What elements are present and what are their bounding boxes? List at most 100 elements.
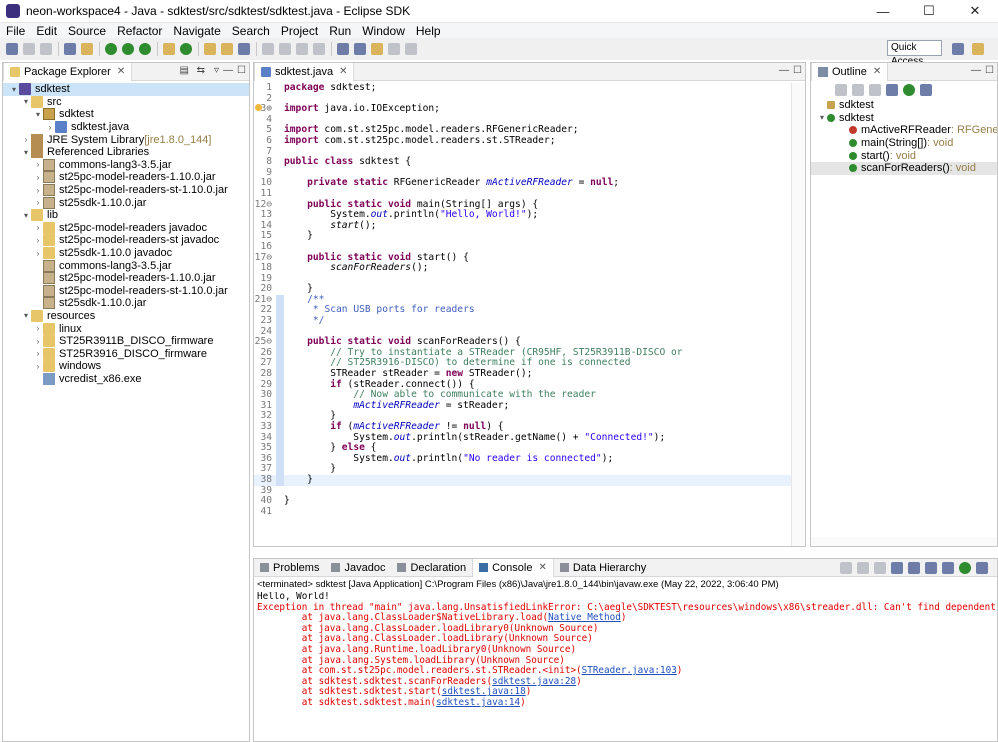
expand-toggle-icon[interactable]: › [33,249,43,258]
menu-run[interactable]: Run [329,24,351,38]
code-line[interactable]: 10 private static RFGenericReader mActiv… [254,178,791,189]
hide-local-types-icon[interactable] [903,84,915,96]
tree-item[interactable]: › commons-lang3-3.5.jar [3,158,249,172]
expand-toggle-icon[interactable]: › [33,186,43,195]
outline-hscrollbar[interactable] [811,537,997,546]
code-area[interactable]: 1 package sdktest; 2 3⊕ import java.io.IOExc… [254,83,791,546]
code-line[interactable]: 18 scanForReaders(); [254,262,791,274]
close-icon[interactable]: ✕ [873,66,881,77]
outline-item[interactable]: main(String[]) : void [811,137,997,150]
terminate-icon[interactable] [840,562,852,574]
menu-help[interactable]: Help [416,24,441,38]
expand-toggle-icon[interactable]: › [33,324,43,333]
prev-annotation-icon[interactable] [354,43,366,55]
toggle-mark-icon[interactable] [279,43,291,55]
expand-toggle-icon[interactable]: › [45,123,55,132]
tree-item[interactable]: ▾ lib [3,209,249,222]
outline-item[interactable]: mActiveRFReader : RFGenericReader [811,124,997,137]
maximize-icon[interactable]: ☐ [793,65,802,76]
open-task-icon[interactable] [221,43,233,55]
tree-item[interactable]: ▾ sdktest [3,108,249,121]
tree-item[interactable]: › st25sdk-1.10.0.jar [3,196,249,209]
view-menu-icon[interactable]: ▿ [214,65,219,76]
sort-icon[interactable] [835,84,847,96]
expand-toggle-icon[interactable]: ▾ [21,211,31,220]
tab-problems[interactable]: Problems [254,559,325,577]
outline-item[interactable]: ▾ sdktest [811,112,997,125]
tree-item[interactable]: › st25pc-model-readers-st javadoc [3,234,249,247]
minimize-icon[interactable]: — [223,65,233,76]
toggle-block-icon[interactable] [296,43,308,55]
external-tools-icon[interactable] [139,43,151,55]
menu-navigate[interactable]: Navigate [173,24,220,38]
code-line[interactable]: 3⊕ import java.io.IOException; [254,103,791,115]
tree-item[interactable]: ▾ src [3,95,249,109]
close-icon[interactable]: ✕ [117,66,125,77]
menu-refactor[interactable]: Refactor [117,24,162,38]
code-line[interactable]: 19 [254,273,791,285]
expand-toggle-icon[interactable]: ▾ [817,113,827,122]
expand-toggle-icon[interactable]: › [33,337,43,346]
menu-window[interactable]: Window [362,24,405,38]
clear-console-icon[interactable] [891,562,903,574]
back-icon[interactable] [388,43,400,55]
code-line[interactable]: 6 import com.st.st25pc.model.readers.st.S… [254,135,791,147]
debug-icon[interactable] [81,43,93,55]
close-icon[interactable]: ✕ [339,66,347,77]
new-icon[interactable] [6,43,18,55]
expand-toggle-icon[interactable]: ▾ [9,85,19,94]
maximize-icon[interactable]: ☐ [237,65,246,76]
expand-toggle-icon[interactable]: › [33,173,43,182]
scroll-lock-icon[interactable] [908,562,920,574]
run-last-icon[interactable] [122,43,134,55]
tab-data-hierarchy[interactable]: Data Hierarchy [554,559,652,577]
menu-edit[interactable]: Edit [36,24,57,38]
remove-launch-icon[interactable] [857,562,869,574]
tree-item[interactable]: › ST25R3916_DISCO_firmware [3,347,249,360]
toggle-ant-icon[interactable] [262,43,274,55]
hide-fields-icon[interactable] [852,84,864,96]
minimize-icon[interactable]: — [779,65,789,76]
tab-sdktest-java[interactable]: sdktest.java ✕ [254,62,355,81]
tab-outline[interactable]: Outline ✕ [811,62,889,81]
code-line[interactable]: 1 package sdktest; [254,83,791,94]
menu-project[interactable]: Project [281,24,318,38]
tree-item[interactable]: ▾ resources [3,309,249,323]
save-all-icon[interactable] [40,43,52,55]
maximize-icon[interactable]: ☐ [985,65,994,76]
new-package-icon[interactable] [163,43,175,55]
outline-item[interactable]: sdktest [811,99,997,112]
new-class-icon[interactable] [180,43,192,55]
minimize-icon[interactable]: — [971,65,981,76]
code-line[interactable]: 33 if (mActiveRFReader != null) { [254,421,791,433]
open-type-icon[interactable] [204,43,216,55]
menu-source[interactable]: Source [68,24,106,38]
tab-declaration[interactable]: Declaration [391,559,472,577]
tree-item[interactable]: › JRE System Library [jre1.8.0_144] [3,133,249,146]
display-selected-icon[interactable] [959,562,971,574]
expand-toggle-icon[interactable]: ▾ [21,148,31,157]
expand-toggle-icon[interactable]: ▾ [33,110,43,119]
tree-item[interactable]: › ST25R3911B_DISCO_firmware [3,335,249,348]
forward-icon[interactable] [405,43,417,55]
next-annotation-icon[interactable] [337,43,349,55]
expand-toggle-icon[interactable]: ▾ [21,97,31,106]
collapse-all-icon[interactable]: ▤ [180,65,189,76]
search-icon[interactable] [238,43,250,55]
code-line[interactable]: 38 } [254,474,791,486]
tree-item[interactable]: › linux [3,322,249,335]
show-whitespace-icon[interactable] [313,43,325,55]
tree-item[interactable]: st25pc-model-readers-1.10.0.jar [3,272,249,285]
menu-search[interactable]: Search [232,24,270,38]
save-icon[interactable] [23,43,35,55]
code-line[interactable]: 22 * Scan USB ports for readers [254,305,791,317]
close-icon[interactable]: ✕ [538,562,546,573]
code-line[interactable]: 15 } [254,231,791,242]
code-line[interactable]: 20 } [254,284,791,295]
code-line[interactable]: 40} [254,496,791,507]
tree-item[interactable]: vcredist_x86.exe [3,372,249,386]
outline-item[interactable]: scanForReaders() : void [811,161,997,175]
expand-toggle-icon[interactable]: › [33,236,43,245]
tree-item[interactable]: st25sdk-1.10.0.jar [3,297,249,310]
expand-toggle-icon[interactable]: › [21,135,31,144]
